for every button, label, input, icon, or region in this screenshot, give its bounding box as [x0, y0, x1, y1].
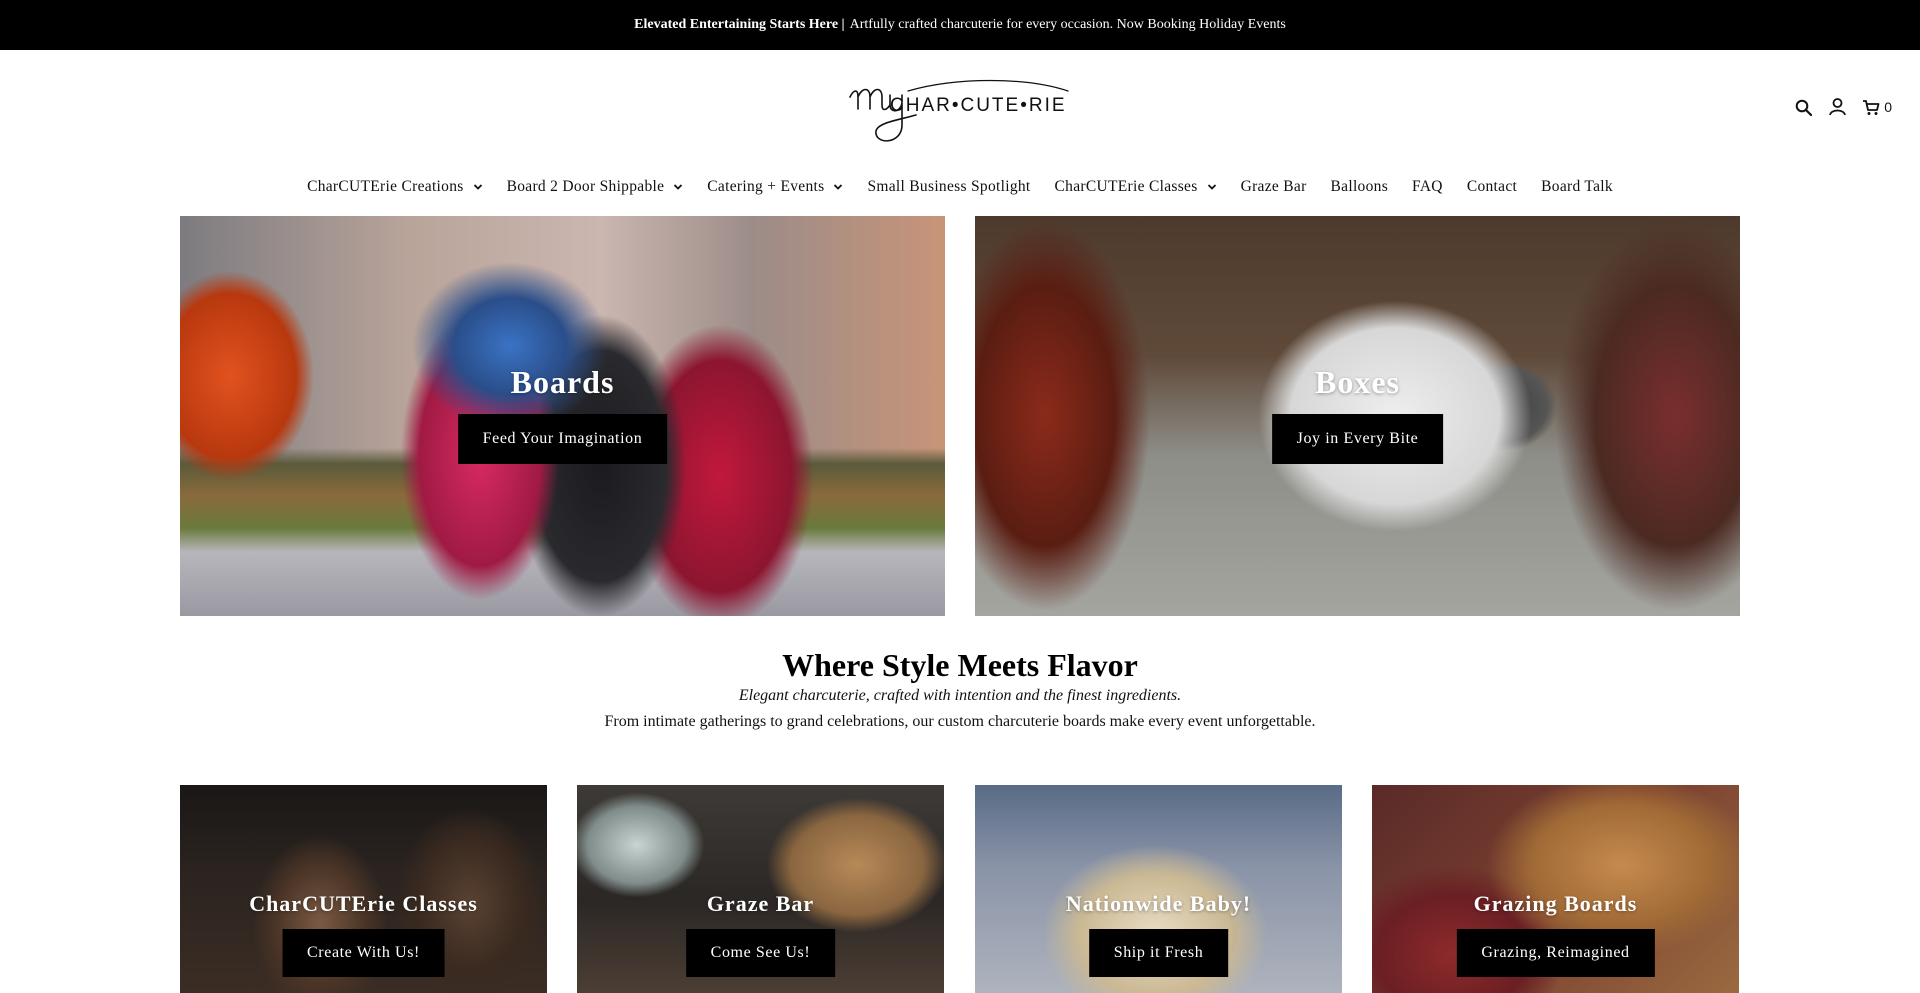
nav-item-label: Board Talk	[1541, 178, 1613, 195]
promo-tile-grazing-boards[interactable]: Grazing Boards Grazing, Reimagined	[1372, 785, 1739, 993]
nav-item-label: FAQ	[1412, 178, 1443, 195]
promo-tile-title: CharCUTErie Classes	[249, 891, 478, 916]
promo-tile-title: Nationwide Baby!	[1065, 891, 1252, 916]
promo-tile-classes[interactable]: CharCUTErie Classes Create With Us!	[180, 785, 547, 993]
site-header: CHAR•CUTE•RIE 0	[0, 50, 1920, 170]
hero-tile-boards[interactable]: Boards Feed Your Imagination	[180, 216, 945, 616]
nav-item-label: CharCUTErie Classes	[1054, 178, 1198, 195]
cart-button[interactable]: 0	[1861, 97, 1892, 117]
nav-item-label: CharCUTErie Creations	[307, 178, 464, 195]
nav-item-small-business-spotlight[interactable]: Small Business Spotlight	[855, 178, 1042, 196]
nav-item-label: Catering + Events	[707, 178, 825, 195]
account-icon[interactable]	[1827, 97, 1847, 117]
intro-section: Where Style Meets Flavor Elegant charcut…	[0, 645, 1920, 733]
chevron-down-icon	[833, 182, 843, 192]
grazing-reimagined-button[interactable]: Grazing, Reimagined	[1456, 929, 1655, 977]
chevron-down-icon	[673, 182, 683, 192]
nav-item-charcuterie-creations[interactable]: CharCUTErie Creations	[295, 178, 495, 196]
intro-heading: Where Style Meets Flavor	[782, 647, 1138, 683]
svg-text:CHAR•CUTE•RIE: CHAR•CUTE•RIE	[890, 95, 1067, 116]
announcement-bar: Elevated Entertaining Starts Here | Artf…	[0, 0, 1920, 50]
chevron-down-icon	[1207, 182, 1217, 192]
nav-item-catering-events[interactable]: Catering + Events	[695, 178, 855, 196]
main-nav: CharCUTErie Creations Board 2 Door Shipp…	[0, 170, 1920, 204]
chevron-down-icon	[473, 182, 483, 192]
promo-tile-title: Grazing Boards	[1473, 891, 1638, 916]
search-icon[interactable]	[1793, 97, 1813, 117]
header-icons: 0	[1793, 97, 1892, 117]
announcement-text: Artfully crafted charcuterie for every o…	[849, 17, 1286, 32]
joy-in-every-bite-button[interactable]: Joy in Every Bite	[1271, 414, 1444, 464]
cart-icon	[1861, 97, 1881, 117]
create-with-us-button[interactable]: Create With Us!	[282, 929, 445, 977]
nav-item-label: Small Business Spotlight	[867, 178, 1031, 195]
nav-item-faq[interactable]: FAQ	[1400, 178, 1455, 196]
nav-item-board-2-door[interactable]: Board 2 Door Shippable	[495, 178, 696, 196]
hero-tile-title: Boards	[510, 364, 615, 400]
nav-item-label: Contact	[1466, 178, 1518, 195]
come-see-us-button[interactable]: Come See Us!	[685, 929, 836, 977]
nav-item-label: Balloons	[1330, 178, 1389, 195]
intro-description: From intimate gatherings to grand celebr…	[604, 713, 1316, 730]
nav-item-label: Graze Bar	[1240, 178, 1307, 195]
nav-item-charcuterie-classes[interactable]: CharCUTErie Classes	[1043, 178, 1229, 196]
nav-item-balloons[interactable]: Balloons	[1319, 178, 1401, 196]
promo-tile-nationwide[interactable]: Nationwide Baby! Ship it Fresh	[975, 785, 1342, 993]
nav-item-graze-bar[interactable]: Graze Bar	[1229, 178, 1319, 196]
announcement-bold: Elevated Entertaining Starts Here |	[634, 17, 845, 32]
ship-it-fresh-button[interactable]: Ship it Fresh	[1088, 929, 1229, 977]
site-logo[interactable]: CHAR•CUTE•RIE	[846, 75, 1072, 147]
promo-tile-title: Graze Bar	[706, 891, 815, 916]
cart-count: 0	[1884, 99, 1892, 115]
nav-item-label: Board 2 Door Shippable	[506, 178, 665, 195]
feed-your-imagination-button[interactable]: Feed Your Imagination	[457, 414, 668, 464]
intro-tagline: Elegant charcuterie, crafted with intent…	[738, 687, 1182, 704]
promo-tile-graze-bar[interactable]: Graze Bar Come See Us!	[577, 785, 944, 993]
nav-item-contact[interactable]: Contact	[1455, 178, 1529, 196]
hero-tile-title: Boxes	[1315, 364, 1400, 400]
nav-item-board-talk[interactable]: Board Talk	[1529, 178, 1625, 196]
hero-tile-boxes[interactable]: Boxes Joy in Every Bite	[975, 216, 1740, 616]
